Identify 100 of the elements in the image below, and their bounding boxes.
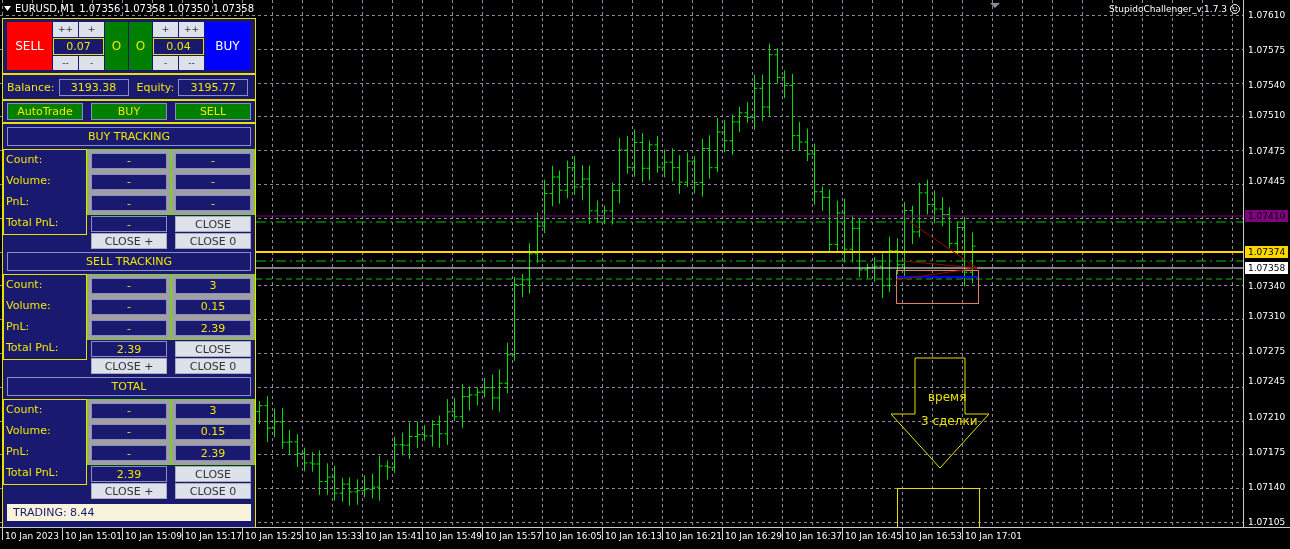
- value-field: -: [91, 320, 167, 337]
- time-label: 10 Jan 15:41: [362, 528, 422, 540]
- price-tag: 1.07410: [1245, 209, 1289, 222]
- close-button[interactable]: CLOSE: [175, 341, 251, 357]
- total-field: 2.39: [91, 341, 167, 357]
- mode-button[interactable]: AutoTrade: [7, 103, 83, 120]
- row-label: Total PnL:: [6, 341, 60, 354]
- price-label: 1.07275: [1248, 346, 1286, 357]
- time-label: 10 Jan 16:13: [602, 528, 662, 540]
- step-button[interactable]: -: [153, 55, 178, 70]
- row-label: Count:: [6, 153, 44, 166]
- lot-field[interactable]: 0.04: [153, 37, 204, 55]
- time-label: 10 Jan 15:33: [302, 528, 362, 540]
- smiley-icon: [1230, 4, 1240, 14]
- value-field: -: [91, 299, 167, 315]
- time-label: 10 Jan 16:05: [542, 528, 602, 540]
- equity-label: Equity:: [136, 80, 175, 94]
- price-label: 1.07510: [1248, 110, 1286, 121]
- value-field: 3: [175, 402, 251, 419]
- value-field: 2.39: [175, 445, 251, 462]
- value-field: -: [91, 424, 167, 440]
- expert-name: StupidoChallenger_v.1.7.3: [1109, 4, 1227, 14]
- row-label: Volume:: [6, 424, 52, 437]
- price-label: 1.07610: [1248, 10, 1286, 20]
- price-label: 1.07475: [1248, 145, 1286, 156]
- time-label: 10 Jan 2023: [2, 528, 62, 540]
- balance-label: Balance:: [7, 80, 55, 94]
- step-button[interactable]: ++: [179, 22, 204, 37]
- step-button[interactable]: +: [153, 22, 178, 37]
- row-label: Total PnL:: [6, 466, 60, 479]
- row-label: Count:: [6, 278, 44, 291]
- price-tag: 1.07374: [1245, 245, 1289, 258]
- time-label: 10 Jan 17:01: [962, 528, 1022, 540]
- section-header: BUY TRACKING: [7, 127, 251, 146]
- arrow-label: время: [928, 390, 967, 404]
- price-label: 1.07245: [1248, 376, 1286, 387]
- close-plus-button[interactable]: CLOSE +: [91, 358, 167, 374]
- value-field: 0.15: [175, 424, 251, 440]
- o-button[interactable]: O: [129, 22, 152, 70]
- section-header: TOTAL: [7, 377, 251, 396]
- row-label: Volume:: [6, 299, 52, 312]
- time-label: 10 Jan 16:37: [782, 528, 842, 540]
- time-label: 10 Jan 15:17: [182, 528, 242, 540]
- arrow-label: 3 сделки: [921, 414, 978, 428]
- row-label: PnL:: [6, 195, 31, 208]
- step-button[interactable]: --: [53, 55, 78, 70]
- total-field: -: [91, 216, 167, 232]
- row-label: PnL:: [6, 445, 31, 458]
- row-label: PnL:: [6, 320, 31, 333]
- lot-field[interactable]: 0.07: [53, 37, 104, 55]
- section-header: SELL TRACKING: [7, 252, 251, 271]
- value-field: -: [91, 402, 167, 419]
- step-button[interactable]: ++: [53, 22, 78, 37]
- mode-button[interactable]: SELL: [175, 103, 251, 120]
- value-field: 0.15: [175, 299, 251, 315]
- time-label: 10 Jan 16:21: [662, 528, 722, 540]
- value-field: -: [91, 277, 167, 294]
- close-button[interactable]: CLOSE: [175, 216, 251, 232]
- equity-field: 3195.77: [178, 78, 249, 96]
- close-plus-button[interactable]: CLOSE +: [91, 233, 167, 249]
- price-label: 1.07310: [1248, 311, 1286, 322]
- quote-text: 1.07356 1.07358 1.07350 1.07358: [79, 3, 255, 14]
- row-label: Volume:: [6, 174, 52, 187]
- time-label: 10 Jan 15:09: [122, 528, 182, 540]
- price-label: 1.07175: [1248, 446, 1286, 457]
- value-field: 2.39: [175, 320, 251, 337]
- value-field: -: [175, 195, 251, 212]
- close-plus-button[interactable]: CLOSE +: [91, 483, 167, 499]
- price-label: 1.07210: [1248, 411, 1286, 422]
- step-button[interactable]: +: [79, 22, 104, 37]
- price-label: 1.07340: [1248, 281, 1286, 292]
- symbol-title: EURUSD,M1: [15, 3, 76, 14]
- buy-button[interactable]: BUY: [205, 22, 250, 70]
- close-button[interactable]: CLOSE: [175, 466, 251, 482]
- close-zero-button[interactable]: CLOSE 0: [175, 358, 251, 374]
- step-button[interactable]: --: [179, 55, 204, 70]
- time-label: 10 Jan 16:53: [902, 528, 962, 540]
- price-label: 1.07445: [1248, 175, 1286, 186]
- step-button[interactable]: -: [79, 55, 104, 70]
- value-field: -: [91, 174, 167, 190]
- time-label: 10 Jan 15:57: [482, 528, 542, 540]
- caret-icon[interactable]: [4, 6, 11, 11]
- value-field: -: [91, 152, 167, 169]
- time-label: 10 Jan 15:25: [242, 528, 302, 540]
- value-field: -: [175, 174, 251, 190]
- value-field: 3: [175, 277, 251, 294]
- time-label: 10 Jan 15:49: [422, 528, 482, 540]
- time-label: 10 Jan 15:01: [62, 528, 122, 540]
- o-button[interactable]: O: [105, 22, 128, 70]
- price-label: 1.07540: [1248, 80, 1286, 91]
- row-label: Total PnL:: [6, 216, 60, 229]
- row-label: Count:: [6, 403, 44, 416]
- value-field: -: [91, 445, 167, 462]
- price-label: 1.07140: [1248, 481, 1286, 492]
- close-zero-button[interactable]: CLOSE 0: [175, 233, 251, 249]
- sell-button[interactable]: SELL: [7, 22, 52, 70]
- value-field: -: [175, 152, 251, 169]
- mode-button[interactable]: BUY: [91, 103, 167, 120]
- close-zero-button[interactable]: CLOSE 0: [175, 483, 251, 499]
- price-tag: 1.07358: [1245, 262, 1289, 274]
